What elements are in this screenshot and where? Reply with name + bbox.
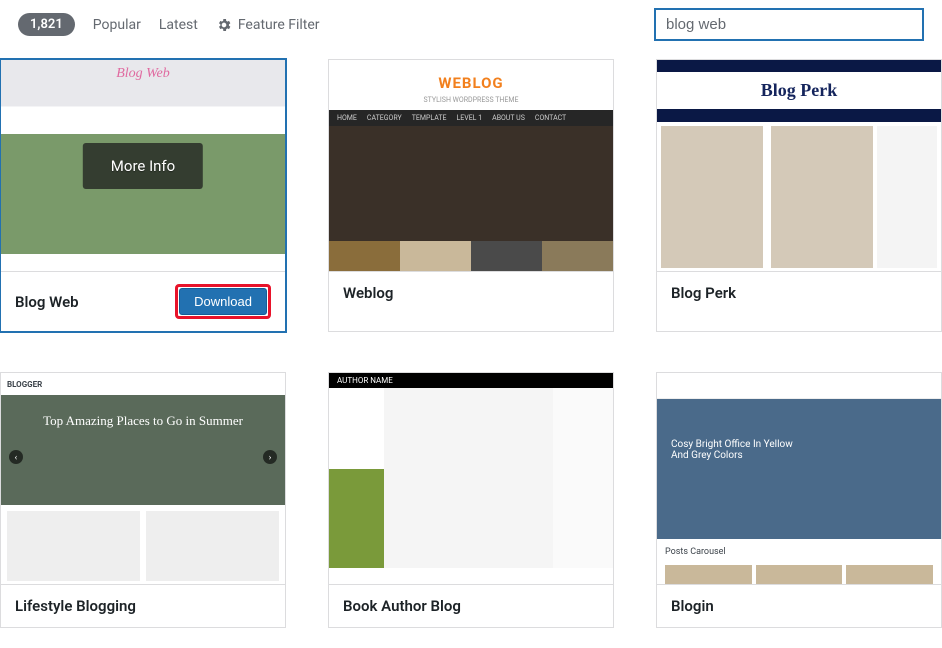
theme-card-blogin[interactable]: Cosy Bright Office In Yellow And Grey Co…: [656, 372, 942, 628]
card-footer: Blog Perk: [657, 272, 941, 314]
theme-thumbnail[interactable]: BLOGGER Top Amazing Places to Go in Summ…: [1, 373, 285, 585]
theme-card-lifestyle-blogging[interactable]: BLOGGER Top Amazing Places to Go in Summ…: [0, 372, 286, 628]
thumb-mock: AUTHOR NAME: [329, 373, 613, 584]
search-input[interactable]: [654, 8, 924, 41]
thumb-tagline: STYLISH WORDPRESS THEME: [329, 96, 613, 104]
thumb-brand: AUTHOR NAME: [329, 373, 613, 388]
theme-card-blog-perk[interactable]: Blog Perk Blog Perk: [656, 59, 942, 332]
feature-filter-button[interactable]: Feature Filter: [216, 17, 320, 33]
more-info-button[interactable]: More Info: [83, 143, 203, 189]
thumb-mock: WEBLOG STYLISH WORDPRESS THEME HOME CATE…: [329, 60, 613, 271]
card-footer: Blog Web Download: [1, 272, 285, 331]
thumb-topbar: [657, 373, 941, 399]
thumb-nav: [657, 109, 941, 122]
theme-thumbnail[interactable]: AUTHOR NAME: [329, 373, 613, 585]
theme-thumbnail[interactable]: Blog Perk: [657, 60, 941, 272]
thumb-mock: Cosy Bright Office In Yellow And Grey Co…: [657, 373, 941, 584]
chevron-left-icon: ‹: [9, 450, 23, 464]
thumb-mock: BLOGGER Top Amazing Places to Go in Summ…: [1, 373, 285, 584]
card-footer: Weblog: [329, 272, 613, 314]
thumb-hero: Top Amazing Places to Go in Summer ‹ ›: [1, 395, 285, 505]
theme-thumbnail[interactable]: Cosy Bright Office In Yellow And Grey Co…: [657, 373, 941, 585]
theme-card-book-author-blog[interactable]: AUTHOR NAME Book Author Blog: [328, 372, 614, 628]
card-footer: Lifestyle Blogging: [1, 585, 285, 627]
theme-title: Blog Web: [15, 293, 79, 311]
theme-card-weblog[interactable]: WEBLOG STYLISH WORDPRESS THEME HOME CATE…: [328, 59, 614, 332]
thumb-carousel-label: Posts Carousel: [657, 539, 941, 565]
thumb-mock: Blog Perk: [657, 60, 941, 271]
theme-card-blog-web[interactable]: More Info Blog Web Download: [0, 59, 286, 332]
thumb-hero: [329, 126, 613, 241]
tab-popular[interactable]: Popular: [93, 17, 141, 33]
download-button[interactable]: Download: [179, 288, 267, 315]
thumb-topbar: [657, 60, 941, 72]
theme-title: Book Author Blog: [343, 597, 461, 615]
chevron-right-icon: ›: [263, 450, 277, 464]
theme-title: Blogin: [671, 597, 714, 615]
thumb-tiles: [657, 565, 941, 585]
thumb-brand: BLOGGER: [1, 373, 285, 395]
download-highlight: Download: [175, 284, 271, 319]
theme-grid: More Info Blog Web Download WEBLOG STYLI…: [0, 59, 942, 648]
thumb-nav: HOME CATEGORY TEMPLATE LEVEL 1 ABOUT US …: [329, 110, 613, 126]
theme-count-badge: 1,821: [18, 13, 75, 36]
thumb-brand: WEBLOG: [329, 60, 613, 96]
thumb-hero-text: Cosy Bright Office In Yellow And Grey Co…: [671, 439, 801, 461]
thumb-body: [657, 122, 941, 272]
thumb-strip: [329, 241, 613, 272]
thumb-cards: [1, 505, 285, 585]
thumb-hero: Cosy Bright Office In Yellow And Grey Co…: [657, 399, 941, 539]
thumb-row: [329, 388, 613, 568]
card-footer: Blogin: [657, 585, 941, 627]
gear-icon: [216, 17, 232, 33]
thumb-brand: Blog Perk: [657, 72, 941, 103]
tab-latest[interactable]: Latest: [159, 17, 198, 33]
card-footer: Book Author Blog: [329, 585, 613, 627]
theme-title: Lifestyle Blogging: [15, 597, 136, 615]
theme-thumbnail[interactable]: WEBLOG STYLISH WORDPRESS THEME HOME CATE…: [329, 60, 613, 272]
theme-title: Weblog: [343, 284, 393, 302]
theme-title: Blog Perk: [671, 284, 736, 302]
theme-thumbnail[interactable]: More Info: [1, 60, 285, 272]
feature-filter-label: Feature Filter: [238, 17, 320, 33]
